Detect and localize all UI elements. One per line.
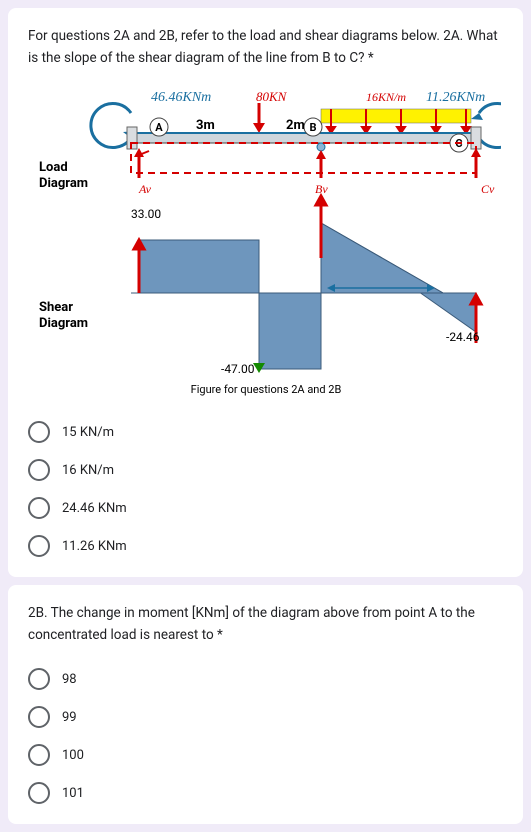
radio-icon bbox=[28, 668, 50, 690]
question-2b-card: 2B. The change in moment [KNm] of the di… bbox=[8, 585, 523, 824]
q2a-option-3[interactable]: 11.26 KNm bbox=[28, 527, 503, 565]
option-label: 101 bbox=[62, 786, 84, 801]
bv-label: Bv bbox=[315, 182, 328, 196]
node-b-label: B bbox=[309, 121, 316, 134]
option-label: 15 KN/m bbox=[62, 425, 114, 440]
beam bbox=[131, 133, 476, 143]
option-label: 98 bbox=[62, 672, 77, 687]
load-shear-diagram: 46.46KNm 80KN 16KN/m 11.26KNm bbox=[31, 83, 501, 403]
option-label: 100 bbox=[62, 748, 84, 763]
load-diagram-label-1: Load bbox=[39, 160, 68, 175]
span2-label: 2m bbox=[286, 118, 305, 133]
shear-diagram-label-2: Diagram bbox=[39, 316, 88, 331]
udl-label: 16KN/m bbox=[366, 90, 406, 104]
shear-neg-rect bbox=[259, 293, 321, 369]
q2b-options: 98 99 100 101 bbox=[28, 660, 503, 812]
radio-icon bbox=[28, 421, 50, 443]
point-load-label: 80KN bbox=[256, 89, 288, 104]
radio-icon bbox=[28, 459, 50, 481]
shear-right-value: -24.46 bbox=[446, 330, 480, 344]
support-c bbox=[471, 127, 481, 149]
cv-label: Cv bbox=[481, 182, 495, 196]
load-dashed-box bbox=[131, 143, 476, 173]
shear-pos-value: 33.00 bbox=[131, 207, 161, 221]
figure-caption: Figure for questions 2A and 2B bbox=[190, 383, 341, 396]
option-label: 16 KN/m bbox=[62, 463, 114, 478]
moment-left-label: 46.46KNm bbox=[151, 90, 211, 105]
point-load-arrowhead bbox=[253, 123, 265, 133]
span1-label: 3m bbox=[196, 118, 215, 133]
radio-icon bbox=[28, 744, 50, 766]
support-b bbox=[317, 143, 325, 151]
radio-icon bbox=[28, 535, 50, 557]
q2b-option-3[interactable]: 101 bbox=[28, 774, 503, 812]
node-a-label: A bbox=[155, 121, 163, 134]
q2a-option-2[interactable]: 24.46 KNm bbox=[28, 489, 503, 527]
q2a-option-1[interactable]: 16 KN/m bbox=[28, 451, 503, 489]
question-2b-text: 2B. The change in moment [KNm] of the di… bbox=[28, 603, 503, 646]
moment-right-label: 11.26KNm bbox=[426, 90, 485, 105]
q2a-options: 15 KN/m 16 KN/m 24.46 KNm 11.26 KNm bbox=[28, 413, 503, 565]
figure-container: 46.46KNm 80KN 16KN/m 11.26KNm bbox=[28, 83, 503, 403]
radio-icon bbox=[28, 497, 50, 519]
question-2a-text: For questions 2A and 2B, refer to the lo… bbox=[28, 26, 503, 69]
udl-block bbox=[321, 109, 471, 123]
shear-slope-pos bbox=[321, 223, 443, 293]
option-label: 24.46 KNm bbox=[62, 501, 127, 516]
radio-icon bbox=[28, 782, 50, 804]
option-label: 99 bbox=[62, 710, 77, 725]
av-label: Av bbox=[138, 182, 152, 196]
option-label: 11.26 KNm bbox=[62, 539, 127, 554]
radio-icon bbox=[28, 706, 50, 728]
shear-neg-value: -47.00 bbox=[221, 362, 255, 376]
shear-pos-rect bbox=[139, 240, 259, 293]
q2b-option-2[interactable]: 100 bbox=[28, 736, 503, 774]
q2b-option-0[interactable]: 98 bbox=[28, 660, 503, 698]
q2b-option-1[interactable]: 99 bbox=[28, 698, 503, 736]
load-diagram-label-2: Diagram bbox=[39, 176, 88, 191]
question-2a-card: For questions 2A and 2B, refer to the lo… bbox=[8, 8, 523, 577]
shear-diagram-label-1: Shear bbox=[39, 300, 73, 315]
q2a-option-0[interactable]: 15 KN/m bbox=[28, 413, 503, 451]
